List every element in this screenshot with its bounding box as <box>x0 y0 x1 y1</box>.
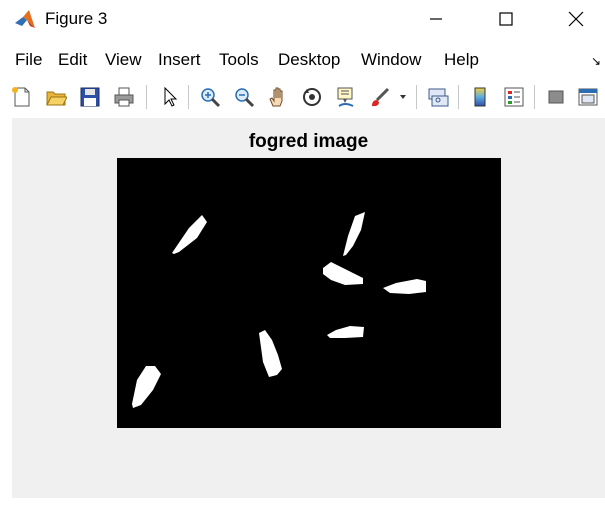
matlab-logo-icon <box>14 8 36 30</box>
maximize-icon <box>499 12 513 26</box>
menu-file[interactable]: File <box>15 50 42 70</box>
toolbar-separator <box>534 85 535 109</box>
menu-bar: File Edit View Insert Tools Desktop Wind… <box>0 42 605 78</box>
figure-canvas: fogred image <box>12 118 605 498</box>
legend-button[interactable] <box>500 83 528 111</box>
colorbar-button[interactable] <box>466 83 494 111</box>
chevron-down-icon <box>400 95 406 99</box>
toolbar-separator <box>458 85 459 109</box>
brush-button[interactable] <box>366 83 394 111</box>
colorbar-icon <box>474 87 486 107</box>
data-cursor-button[interactable] <box>332 83 360 111</box>
save-button[interactable] <box>76 83 104 111</box>
title-bar: Figure 3 <box>0 0 605 38</box>
zoom-in-icon <box>201 88 221 108</box>
menubar-overflow-icon[interactable]: ↘ <box>591 54 601 68</box>
window-title: Figure 3 <box>45 9 108 28</box>
minimize-button[interactable] <box>413 0 459 38</box>
legend-icon <box>504 87 524 107</box>
plot-title: fogred image <box>248 131 369 152</box>
pan-button[interactable] <box>264 83 292 111</box>
select-arrow-icon <box>164 86 178 107</box>
pan-hand-icon <box>269 87 283 107</box>
show-plot-tools-button[interactable] <box>574 83 602 111</box>
toolbar-separator <box>146 85 147 109</box>
close-icon <box>568 11 584 27</box>
rotate-3d-icon <box>303 88 321 106</box>
toolbar-separator <box>416 85 417 109</box>
menu-tools[interactable]: Tools <box>219 50 259 70</box>
close-button[interactable] <box>553 0 599 38</box>
link-plot-button[interactable] <box>424 83 452 111</box>
figure-toolbar <box>0 78 605 116</box>
select-button[interactable] <box>155 83 183 111</box>
zoom-out-icon <box>235 88 255 108</box>
open-file-button[interactable] <box>42 83 70 111</box>
link-plot-icon <box>428 88 449 107</box>
hide-plot-tools-button[interactable] <box>542 83 570 111</box>
hide-plot-tools-icon <box>548 90 564 104</box>
image-axes[interactable] <box>117 158 501 428</box>
menu-insert[interactable]: Insert <box>158 50 201 70</box>
minimize-icon <box>430 18 442 20</box>
new-figure-icon <box>12 87 30 107</box>
print-icon <box>114 87 134 107</box>
save-icon <box>80 87 100 107</box>
rotate-3d-button[interactable] <box>298 83 326 111</box>
binary-image <box>117 158 501 428</box>
brush-dropdown-button[interactable] <box>396 83 410 111</box>
menu-help[interactable]: Help <box>444 50 479 70</box>
maximize-button[interactable] <box>483 0 529 38</box>
zoom-out-button[interactable] <box>230 83 258 111</box>
toolbar-separator <box>188 85 189 109</box>
print-button[interactable] <box>110 83 138 111</box>
menu-view[interactable]: View <box>105 50 142 70</box>
menu-window[interactable]: Window <box>361 50 421 70</box>
open-file-icon <box>46 91 67 106</box>
menu-edit[interactable]: Edit <box>58 50 87 70</box>
show-plot-tools-icon <box>578 88 598 106</box>
new-figure-button[interactable] <box>8 83 36 111</box>
zoom-in-button[interactable] <box>196 83 224 111</box>
brush-icon <box>372 87 390 107</box>
data-cursor-icon <box>337 87 354 107</box>
menu-desktop[interactable]: Desktop <box>278 50 340 70</box>
